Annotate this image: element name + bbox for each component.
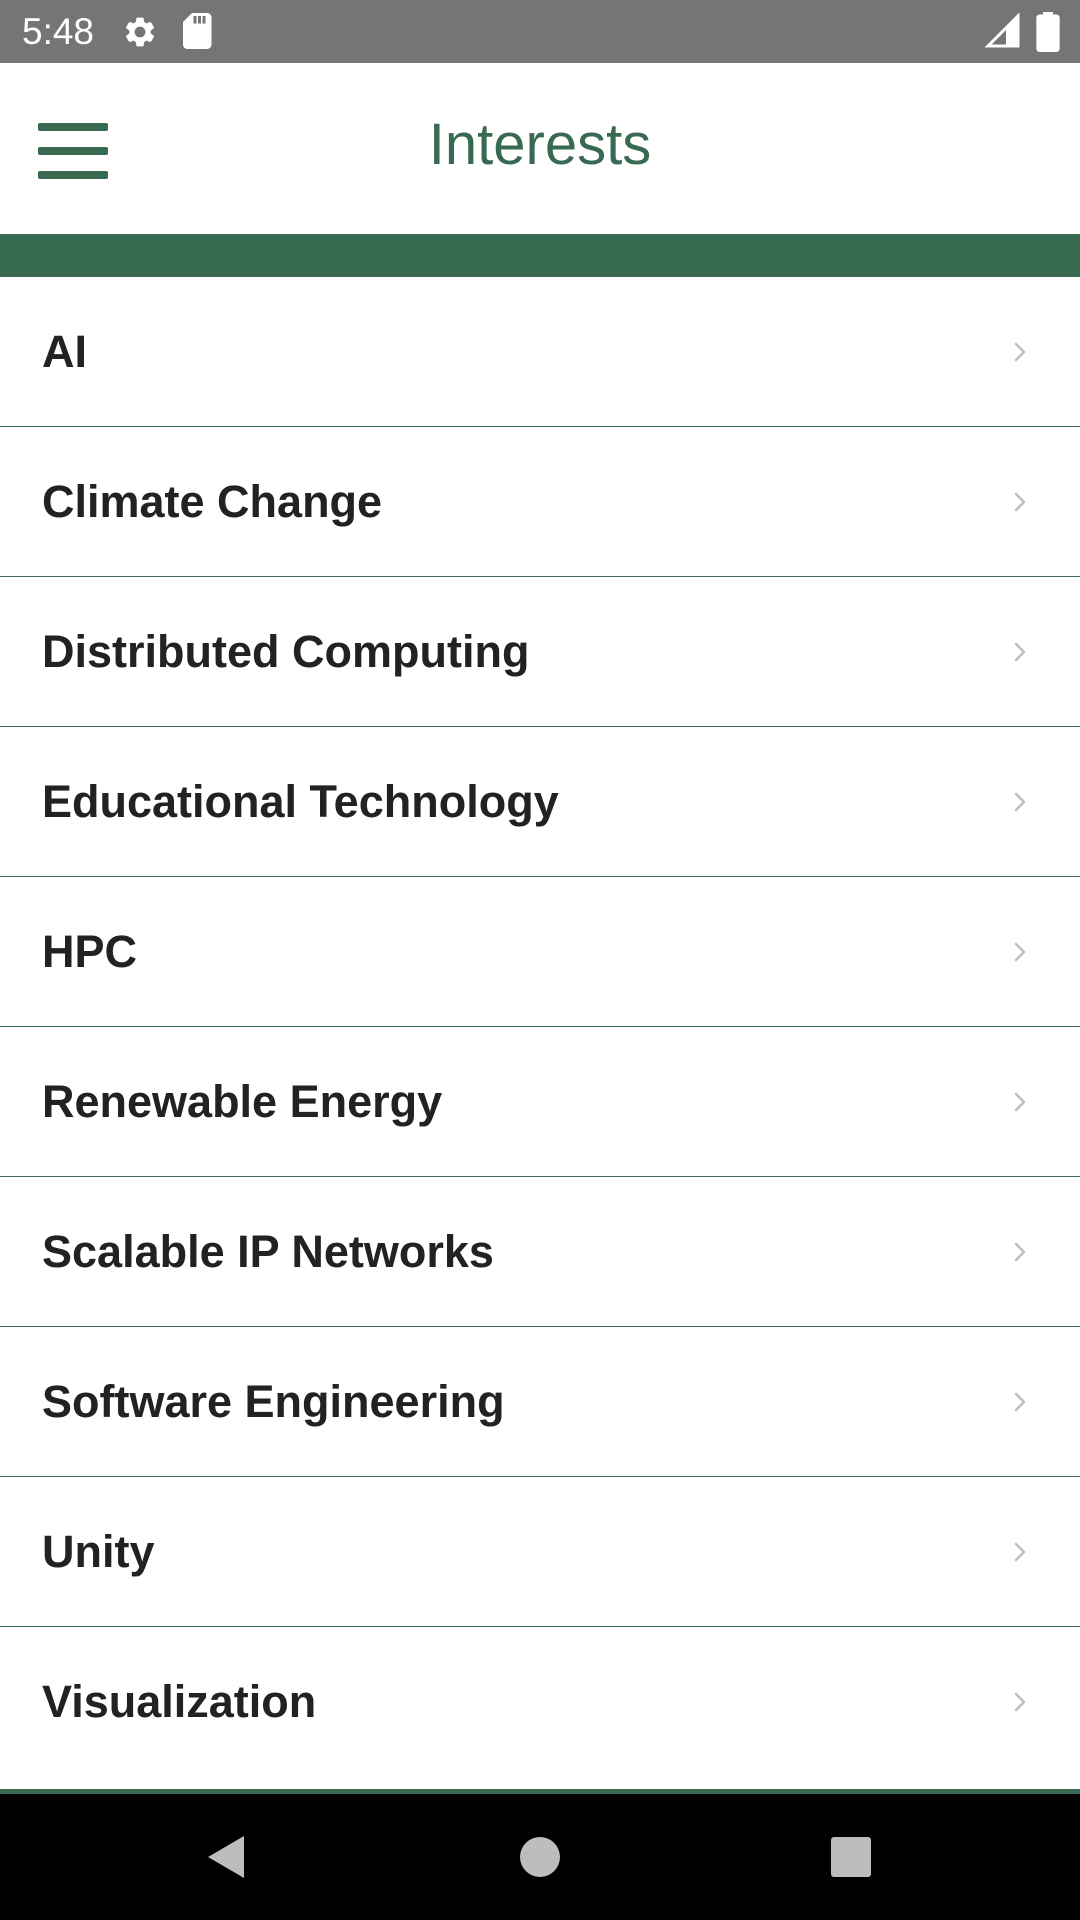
list-item-label: Educational Technology [42,775,559,827]
screen: 5:48 Interests AI Climate Change Distribut… [0,0,1080,1920]
list-item-label: Software Engineering [42,1375,505,1427]
list-item[interactable]: Scalable IP Networks [0,1177,1080,1327]
chevron-right-icon [1013,1541,1027,1563]
list-item[interactable]: Climate Change [0,427,1080,577]
list-item-label: Distributed Computing [42,625,530,677]
list-item[interactable]: HPC [0,877,1080,1027]
chevron-right-icon [1013,941,1027,963]
back-icon [208,1836,244,1878]
recents-icon [831,1837,871,1877]
status-bar: 5:48 [0,0,1080,63]
list-item-label: AI [42,325,87,377]
nav-back-button[interactable] [196,1824,262,1890]
list-item-label: Unity [42,1525,155,1577]
chevron-right-icon [1013,641,1027,663]
list-item-label: Visualization [42,1676,317,1727]
chevron-right-icon [1013,1391,1027,1413]
list-item[interactable]: Software Engineering [0,1327,1080,1477]
status-time: 5:48 [22,11,95,52]
page-title: Interests [428,112,652,177]
signal-icon [985,13,1020,48]
list-item[interactable]: AI [0,277,1080,427]
list-item-label: HPC [42,925,138,977]
interests-list: AI Climate Change Distributed Computing Edu… [0,277,1080,1790]
list-item[interactable]: Renewable Energy [0,1027,1080,1177]
list-item[interactable]: Visualization [0,1627,1080,1777]
chevron-right-icon [1013,1241,1027,1263]
sd-card-icon [183,13,212,49]
list-item-label: Climate Change [42,475,383,527]
list-item-label: Renewable Energy [42,1075,443,1127]
chevron-right-icon [1013,1691,1027,1713]
list-item[interactable]: Educational Technology [0,727,1080,877]
accent-strip [0,234,1080,277]
app-bar: Interests [0,63,1080,234]
list-item[interactable]: Distributed Computing [0,577,1080,727]
chevron-right-icon [1013,491,1027,513]
settings-gear-icon [125,17,155,47]
home-icon [520,1837,560,1877]
list-item[interactable]: Unity [0,1477,1080,1627]
chevron-right-icon [1013,341,1027,363]
list-item-label: Scalable IP Networks [42,1225,494,1277]
system-nav-bar [0,1794,1080,1920]
nav-recents-button[interactable] [818,1824,884,1890]
nav-home-button[interactable] [507,1824,573,1890]
battery-icon [1036,12,1060,52]
chevron-right-icon [1013,1091,1027,1113]
chevron-right-icon [1013,791,1027,813]
